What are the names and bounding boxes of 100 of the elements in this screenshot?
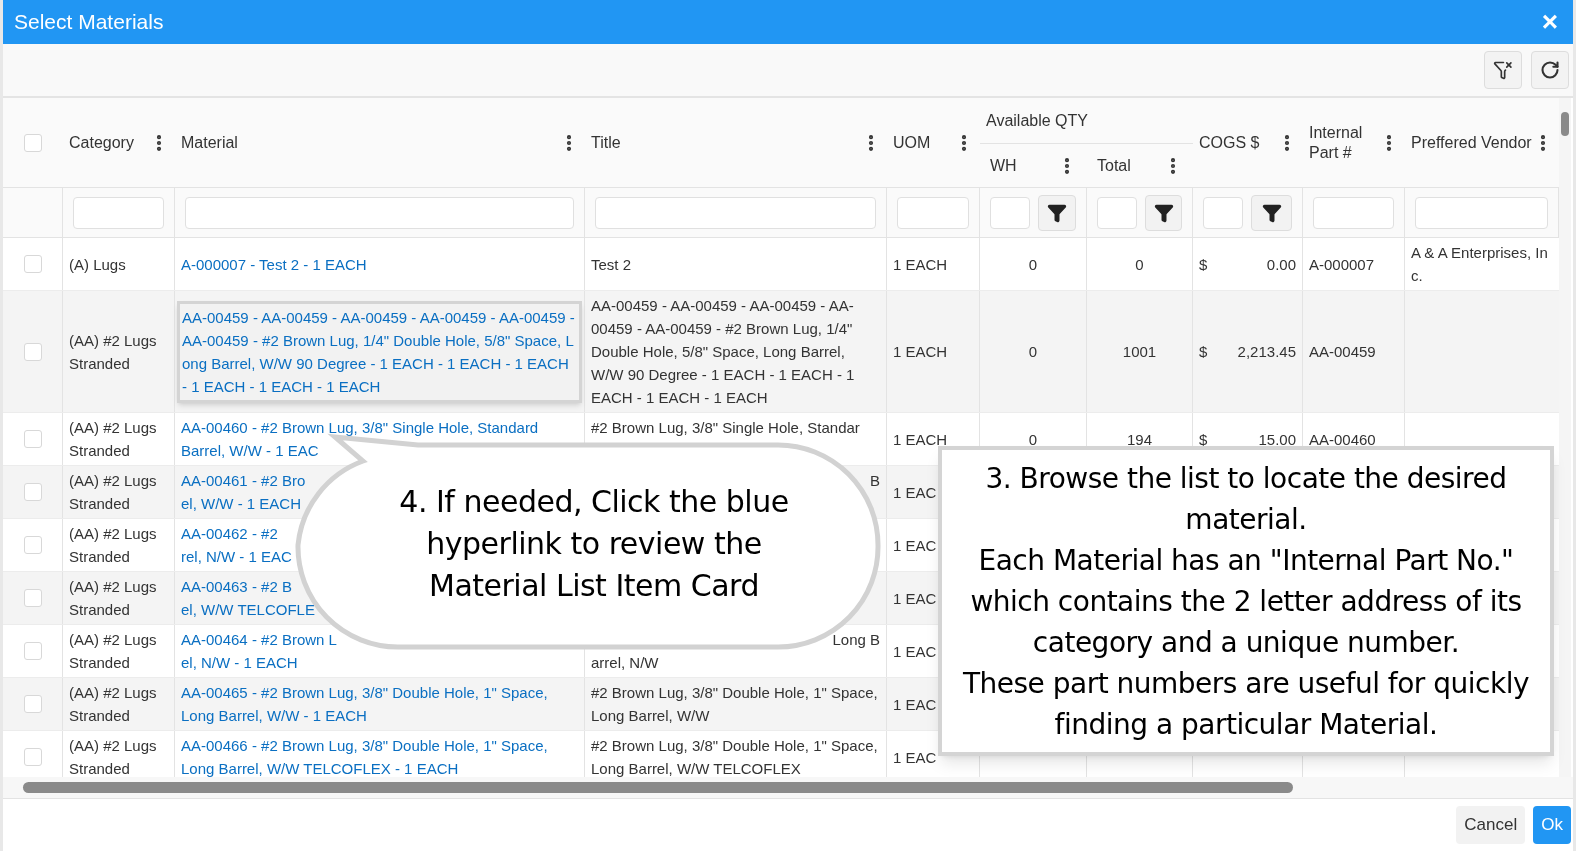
cell-text: 1 EAC [893,535,937,556]
currency-symbol: $ [1199,429,1208,450]
cell-text: Long B [832,630,880,650]
cell-text: #2 Brown Lug, 3/8" Double Hole, 1" Space, Long Barrel, W/W [591,683,879,726]
cell-text: (AA) #2 Lugs Stranded [69,736,158,777]
column-header[interactable]: Material [181,132,238,153]
cell-text: arrel, N/W [591,653,659,673]
material-link[interactable]: AA-00465 - #2 Brown Lug, 3/8" Double Hole, 1" Space, Long Barrel, W/W - 1 EACH [181,681,578,727]
filter-icon [1153,202,1174,223]
checkbox[interactable] [23,483,42,501]
cell-text: 0 [1028,342,1038,362]
cell-text: (A) Lugs [69,254,126,275]
cell-text: 1 EAC [893,482,937,503]
filter-icon [1047,202,1067,223]
cell-text: AA-00460 [1309,429,1376,450]
cell-text: 1 EAC [893,747,937,768]
cell-text: #2 Brown Lug, 3/8" Double Hole, 1" Space, Long Barrel, W/W TELCOFLEX [591,736,879,777]
filter-button[interactable] [1145,194,1182,231]
filter-button[interactable] [1251,194,1292,231]
column-header[interactable]: Title [591,132,621,153]
cell-text: 1 EACH [893,342,948,362]
column-group-header: Available QTY [986,110,1088,131]
cell-text: AA-00459 - AA-00459 - AA-00459 - AA-00459 - AA-00459 - #2 Brown Lug, 1/4" Double Hole, 5/8" Space, Long Barrel, W/W 90 Degree - 1 EACH - 1 EACH - 1 EACH - 1 EACH - 1 EACH [591,296,856,408]
cogs-amount: 2,213.45 [1237,342,1296,362]
cell-text: 0 [1135,254,1144,275]
window-title: Select Materials [14,9,164,36]
refresh-button[interactable] [1531,51,1569,89]
cell-text: Test 2 [591,254,633,275]
material-link[interactable]: AA-00459 - AA-00459 - AA-00459 - AA-00459 - AA-00459 - AA-00459 - #2 Brown Lug, 1/4" Double Hole, 5/8" Space, Long Barrel, W/W 90 Degree - 1 EACH - 1 EACH - 1 EACH - 1 EACH - 1 EACH - 1 EACH [182,305,577,398]
checkbox[interactable] [24,133,42,152]
material-link[interactable]: AA-00461 - #2 Bro [181,469,306,492]
clear-filter-icon [1493,60,1513,80]
currency-symbol: $ [1199,254,1208,275]
checkbox[interactable] [23,536,42,554]
checkbox[interactable] [23,642,42,660]
checkbox[interactable] [23,748,42,766]
checkbox[interactable] [23,589,42,607]
filter-field[interactable] [897,196,969,229]
column-header[interactable]: Category [69,132,134,153]
checkbox[interactable] [23,695,42,713]
material-link[interactable]: AA-00466 - #2 Brown Lug, 3/8" Double Hole, 1" Space, Long Barrel, W/W TELCOFLEX - 1 EACH [181,734,578,777]
cogs-amount: 0.00 [1266,254,1296,275]
filter-field[interactable] [1415,196,1548,229]
callout-text: 3. Browse the list to locate the desired material. Each Material has an "Internal Part No." which contains the 2 letter address of its category and a unique number. These part numbers are useful for quickly finding a particular Material. [961,460,1531,743]
cogs-amount: 15.00 [1258,429,1296,450]
material-link[interactable]: el, W/W TELCOFLE [181,598,315,621]
filter-icon [1261,202,1282,223]
checkbox[interactable] [23,255,42,273]
column-header[interactable]: COGS $ [1199,132,1260,153]
close-button[interactable]: × [1541,8,1562,36]
filter-button[interactable] [1038,194,1076,231]
column-header[interactable]: Preffered Vendor [1411,132,1532,153]
cell-text: (AA) #2 Lugs Stranded [69,524,158,567]
clear-filter-button[interactable] [1484,51,1522,89]
material-link[interactable]: el, N/W - 1 EACH [181,651,298,674]
material-link[interactable]: Barrel, W/W - 1 EAC [181,439,319,462]
cell-text: (AA) #2 Lugs Stranded [69,418,158,461]
checkbox[interactable] [23,342,42,361]
ok-button[interactable]: Ok [1533,806,1571,844]
filter-field[interactable] [1313,196,1394,229]
cell-text: 0 [1028,429,1038,450]
cell-text: 0 [1028,254,1038,275]
cancel-button[interactable]: Cancel [1456,806,1526,844]
cell-text: 1001 [1122,342,1157,362]
column-header[interactable]: Total [1097,153,1131,178]
cell-text: (AA) #2 Lugs Stranded [69,577,158,620]
cell-text: (AA) #2 Lugs Stranded [69,683,158,726]
cell-text: A-000007 [1309,254,1375,275]
filter-field[interactable] [990,196,1030,229]
filter-field[interactable] [73,196,164,229]
currency-symbol: $ [1199,342,1208,362]
cell-text: 1 EACH [893,254,948,275]
material-link[interactable]: AA-00460 - #2 Brown Lug, 3/8" Single Hole, Standard [181,416,539,439]
vertical-scrollbar[interactable] [1559,98,1571,777]
cell-text: 1 EAC [893,641,937,662]
callout-text: 4. If needed, Click the blue hyperlink to review the Material List Item Card [399,483,789,605]
cell-text: (AA) #2 Lugs Stranded [69,471,158,514]
filter-field[interactable] [1203,196,1243,229]
material-link[interactable]: AA-00463 - #2 B [181,575,292,598]
filter-field[interactable] [185,196,574,229]
cell-text: AA-00459 [1309,342,1376,362]
material-link[interactable]: A-000007 - Test 2 - 1 EACH [181,252,367,276]
column-header[interactable]: WH [990,153,1017,178]
column-header[interactable]: UOM [893,132,931,153]
material-link[interactable]: el, W/W - 1 EACH [181,492,301,515]
horizontal-scrollbar[interactable] [3,777,1573,799]
filter-field[interactable] [1097,196,1137,229]
material-link[interactable]: AA-00462 - #2 [181,522,278,545]
cell-text: 1 EAC [893,694,937,715]
cell-text: 1 EAC [893,588,937,609]
checkbox[interactable] [23,430,42,448]
cell-text: (AA) #2 Lugs Stranded [69,330,158,374]
cell-text: (AA) #2 Lugs Stranded [69,630,158,673]
material-link[interactable]: rel, N/W - 1 EAC [181,545,292,568]
material-link[interactable]: AA-00464 - #2 Brown L [181,628,337,651]
cell-text: 194 [1127,429,1152,450]
filter-field[interactable] [595,196,876,229]
cell-text: 1 EACH [893,429,948,450]
cell-text: A & A Enterprises, Inc. [1411,243,1549,286]
column-header[interactable]: Internal Part # [1309,122,1379,163]
